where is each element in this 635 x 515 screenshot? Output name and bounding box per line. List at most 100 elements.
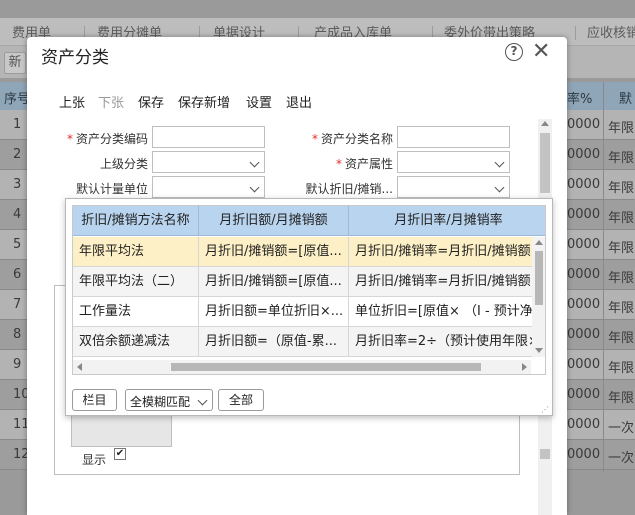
default-depreciation-select[interactable] bbox=[397, 176, 510, 198]
row-rate: 0000 bbox=[567, 417, 601, 432]
scroll-thumb[interactable] bbox=[540, 133, 550, 193]
monthly-amount-cell: 月折旧/摊销额=[原值... bbox=[199, 267, 349, 297]
scroll-up-icon[interactable] bbox=[541, 121, 549, 126]
tab-separator bbox=[575, 26, 576, 40]
grid-vertical-scrollbar[interactable] bbox=[532, 237, 545, 357]
settings-button[interactable]: 设置 bbox=[246, 92, 272, 111]
row-rate: 0000 bbox=[567, 207, 601, 222]
monthly-rate-cell: 月折旧/摊销率=月折旧/摊销额... bbox=[349, 237, 533, 267]
row-rate: 0000 bbox=[567, 237, 601, 252]
asset-name-input[interactable] bbox=[397, 126, 510, 148]
all-button[interactable]: 全部 bbox=[218, 389, 264, 411]
chevron-down-icon bbox=[494, 157, 505, 168]
asset-attribute-label: * 资产属性 bbox=[310, 155, 393, 172]
row-method: 年限 bbox=[608, 151, 635, 166]
row-rate: 0000 bbox=[567, 147, 601, 162]
bg-new-button[interactable]: 新 bbox=[4, 52, 26, 74]
row-rate: 0000 bbox=[567, 177, 601, 192]
monthly-rate-cell: 单位折旧=[原值× （I - 预计净残... bbox=[349, 297, 533, 327]
columns-button[interactable]: 栏目 bbox=[72, 389, 117, 411]
match-mode-value: 全模糊匹配 bbox=[130, 395, 191, 409]
row-number: 1 bbox=[13, 117, 22, 132]
required-mark: * bbox=[335, 157, 342, 171]
asset-attribute-label-text: 资产属性 bbox=[344, 157, 393, 171]
row-rate: 0000 bbox=[567, 327, 601, 342]
chevron-down-icon bbox=[494, 182, 505, 193]
row-method: 年限 bbox=[608, 211, 635, 226]
chevron-down-icon bbox=[197, 395, 208, 406]
row-rate: 0000 bbox=[567, 117, 601, 132]
row-method: 年限 bbox=[608, 241, 635, 256]
method-row[interactable]: 年限平均法（二） 月折旧/摊销额=[原值... 月折旧/摊销率=月折旧/摊销额.… bbox=[73, 267, 545, 297]
display-checkbox[interactable]: ✔ bbox=[114, 448, 126, 460]
row-method: 年限 bbox=[608, 361, 635, 376]
bg-header-rate: 率% bbox=[567, 92, 593, 107]
row-number: 6 bbox=[13, 267, 22, 282]
row-rate: 0000 bbox=[567, 297, 601, 312]
required-mark: * bbox=[311, 132, 318, 146]
default-unit-select[interactable] bbox=[152, 176, 265, 198]
grid-horizontal-scrollbar[interactable] bbox=[73, 360, 531, 374]
row-number: 5 bbox=[13, 237, 22, 252]
scroll-right-icon[interactable] bbox=[522, 363, 527, 371]
monthly-amount-cell: 月折旧额=（原值-累... bbox=[199, 327, 349, 357]
row-method: 年限 bbox=[608, 301, 635, 316]
method-name-cell: 年限平均法（二） bbox=[73, 267, 199, 297]
asset-attribute-select[interactable] bbox=[397, 151, 510, 173]
method-name-cell: 工作量法 bbox=[73, 297, 199, 327]
asset-code-label: * 资产分类编码 bbox=[65, 130, 148, 147]
monthly-amount-cell: 月折旧/摊销额=[原值... bbox=[199, 237, 349, 267]
parent-category-select[interactable] bbox=[152, 151, 265, 173]
row-rate: 0000 bbox=[567, 267, 601, 282]
default-unit-label: 默认计量单位 bbox=[75, 182, 148, 196]
asset-name-label: * 资产分类名称 bbox=[310, 130, 393, 147]
depreciation-method-dropdown: 折旧/摊销方法名称 月折旧额/月摊销额 月折旧率/月摊销率 年限平均法 月折旧/… bbox=[65, 198, 553, 416]
row-number: 7 bbox=[13, 297, 22, 312]
monthly-rate-cell: 月折旧/摊销率=月折旧/摊销额... bbox=[349, 267, 533, 297]
monthly-rate-cell: 月折旧率=2÷（预计使用年限×... bbox=[349, 327, 533, 357]
method-row[interactable]: 双倍余额递减法 月折旧额=（原值-累... 月折旧率=2÷（预计使用年限×... bbox=[73, 327, 545, 357]
resize-grip-icon[interactable]: ⋰ bbox=[541, 406, 549, 414]
close-icon[interactable]: ✕ bbox=[532, 39, 550, 64]
row-number: 2 bbox=[13, 147, 22, 162]
default-depreciation-label: 默认折旧/摊销... bbox=[305, 182, 394, 196]
display-label: 显示 bbox=[82, 453, 107, 467]
row-rate: 0000 bbox=[567, 447, 601, 462]
save-button[interactable]: 保存 bbox=[138, 92, 164, 111]
row-method: 年限 bbox=[608, 271, 635, 286]
scroll-down-icon[interactable] bbox=[535, 348, 543, 353]
prev-button[interactable]: 上张 bbox=[59, 92, 85, 111]
next-button[interactable]: 下张 bbox=[98, 92, 124, 111]
help-icon[interactable]: ? bbox=[505, 43, 523, 61]
asset-code-input[interactable] bbox=[152, 126, 265, 148]
bg-tab-receivable-writeoff[interactable]: 应收核销 bbox=[587, 22, 635, 41]
match-mode-select[interactable]: 全模糊匹配 bbox=[125, 389, 213, 411]
method-name-cell: 双倍余额递减法 bbox=[73, 327, 199, 357]
column-header-monthly-rate[interactable]: 月折旧率/月摊销率 bbox=[349, 206, 545, 236]
row-method: 一次 bbox=[608, 451, 635, 466]
method-row[interactable]: 工作量法 月折旧额=单位折旧×... 单位折旧=[原值× （I - 预计净残..… bbox=[73, 297, 545, 327]
bg-header-default: 默 bbox=[619, 92, 633, 107]
exit-button[interactable]: 退出 bbox=[286, 92, 312, 111]
scroll-thumb[interactable] bbox=[535, 251, 543, 305]
column-header-monthly-amount[interactable]: 月折旧额/月摊销额 bbox=[199, 206, 349, 236]
row-method: 年限 bbox=[608, 121, 635, 136]
row-number: 3 bbox=[13, 177, 22, 192]
bg-column-divider bbox=[603, 82, 604, 472]
scroll-left-icon[interactable] bbox=[77, 363, 82, 371]
asset-code-label-text: 资产分类编码 bbox=[75, 132, 148, 146]
row-method: 年限 bbox=[608, 181, 635, 196]
row-method: 一次 bbox=[608, 421, 635, 436]
method-name-cell: 年限平均法 bbox=[73, 237, 199, 267]
asset-name-label-text: 资产分类名称 bbox=[320, 132, 393, 146]
scroll-thumb[interactable] bbox=[171, 363, 481, 371]
scroll-up-icon[interactable] bbox=[535, 240, 543, 245]
chevron-down-icon bbox=[249, 157, 260, 168]
scroll-thumb-lower[interactable] bbox=[540, 449, 550, 459]
row-rate: 0000 bbox=[567, 357, 601, 372]
row-method: 年限 bbox=[608, 331, 635, 346]
method-row-selected[interactable]: 年限平均法 月折旧/摊销额=[原值... 月折旧/摊销率=月折旧/摊销额... bbox=[73, 237, 545, 267]
save-new-button[interactable]: 保存新增 bbox=[178, 92, 230, 111]
row-number: 9 bbox=[13, 357, 22, 372]
column-header-method-name[interactable]: 折旧/摊销方法名称 bbox=[73, 206, 199, 236]
